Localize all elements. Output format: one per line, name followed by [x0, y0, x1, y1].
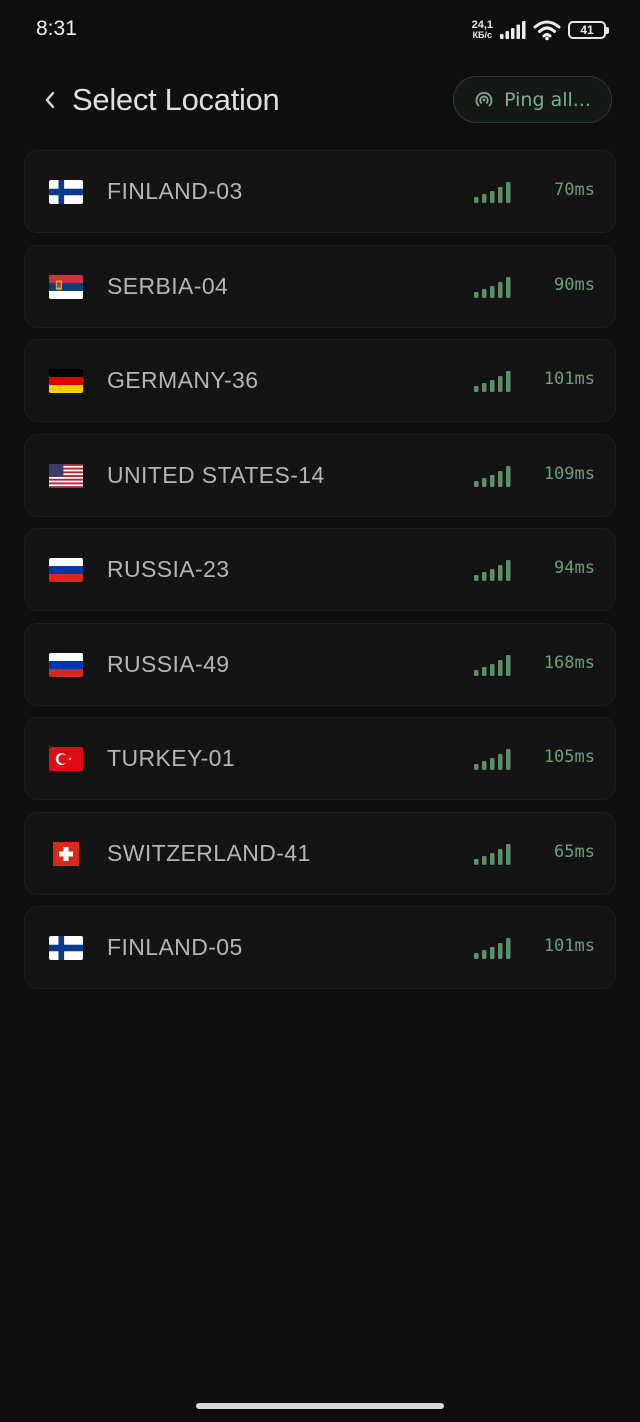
signal-strength-icon: [473, 464, 513, 488]
location-row[interactable]: RUSSIA-23 94ms: [24, 528, 616, 611]
ping-value: 65ms: [554, 841, 595, 862]
finland-flag-icon: [49, 180, 83, 204]
location-name: RUSSIA-23: [107, 556, 230, 582]
location-row[interactable]: FINLAND-05 101ms: [24, 906, 616, 989]
finland-flag-icon: [49, 936, 83, 960]
chevron-left-icon: [45, 91, 55, 109]
ping-value: 70ms: [554, 180, 595, 200]
location-name: GERMANY-36: [107, 367, 259, 393]
signal-strength-icon: [473, 653, 513, 677]
ping-value: 105ms: [543, 747, 595, 767]
location-name: FINLAND-03: [107, 178, 243, 204]
signal-strength-icon: [473, 180, 513, 204]
ping-value: 168ms: [543, 652, 595, 673]
ping-all-button[interactable]: Ping all...: [453, 76, 612, 123]
turkey-flag-icon: [49, 747, 83, 771]
battery-level: 41: [580, 23, 594, 37]
ping-all-label: Ping all...: [504, 88, 591, 111]
germany-flag-icon: [49, 369, 83, 393]
screen: 8:31 24,1 КБ/с 41 Select Location Ping a…: [0, 0, 640, 1422]
location-name: SERBIA-04: [107, 272, 229, 299]
location-row[interactable]: SERBIA-04 90ms: [24, 244, 616, 328]
ping-value: 109ms: [543, 463, 595, 484]
header: Select Location Ping all...: [0, 70, 640, 130]
location-row[interactable]: TURKEY-01 105ms: [24, 717, 616, 800]
russia-flag-icon: [49, 558, 83, 582]
network-speed: 24,1 КБ/с: [471, 19, 493, 41]
location-name: RUSSIA-49: [107, 650, 230, 677]
signal-strength-icon: [473, 275, 513, 299]
ping-value: 90ms: [554, 274, 595, 295]
page-title: Select Location: [72, 82, 280, 117]
location-name: TURKEY-01: [107, 745, 236, 771]
location-name: SWITZERLAND-41: [107, 839, 311, 866]
network-speed-value: 24,1: [471, 19, 493, 31]
serbia-flag-icon: [49, 274, 83, 299]
signal-strength-icon: [473, 842, 513, 866]
location-row[interactable]: UNITED STATES-14 109ms: [24, 433, 616, 517]
russia-flag-icon: [49, 652, 83, 677]
signal-strength-icon: [473, 558, 513, 582]
location-row[interactable]: GERMANY-36 101ms: [24, 339, 616, 422]
ping-value: 101ms: [543, 369, 595, 389]
radar-icon: [475, 91, 493, 106]
usa-flag-icon: [49, 463, 83, 488]
battery-icon: 41: [568, 21, 609, 39]
signal-strength-icon: [473, 936, 513, 960]
location-row[interactable]: SWITZERLAND-41 65ms: [24, 811, 616, 895]
wifi-icon: [533, 20, 561, 41]
status-icons: 24,1 КБ/с 41: [471, 15, 609, 45]
location-list: FINLAND-03 70ms SERBIA-04 90ms GERMANY-36 101…: [24, 150, 616, 1001]
ping-value: 101ms: [543, 936, 595, 956]
back-button[interactable]: [36, 84, 64, 116]
home-indicator[interactable]: [196, 1403, 444, 1409]
signal-icon: [500, 21, 526, 39]
network-speed-unit: КБ/с: [472, 30, 493, 40]
location-row[interactable]: RUSSIA-49 168ms: [24, 622, 616, 706]
location-name: UNITED STATES-14: [107, 461, 325, 488]
signal-strength-icon: [473, 369, 513, 393]
signal-strength-icon: [473, 747, 513, 771]
location-name: FINLAND-05: [107, 934, 243, 960]
ping-value: 94ms: [554, 558, 595, 578]
status-time: 8:31: [36, 17, 77, 40]
location-row[interactable]: FINLAND-03 70ms: [24, 150, 616, 233]
switzerland-flag-icon: [49, 841, 83, 866]
status-bar: 8:31 24,1 КБ/с 41: [0, 0, 640, 62]
